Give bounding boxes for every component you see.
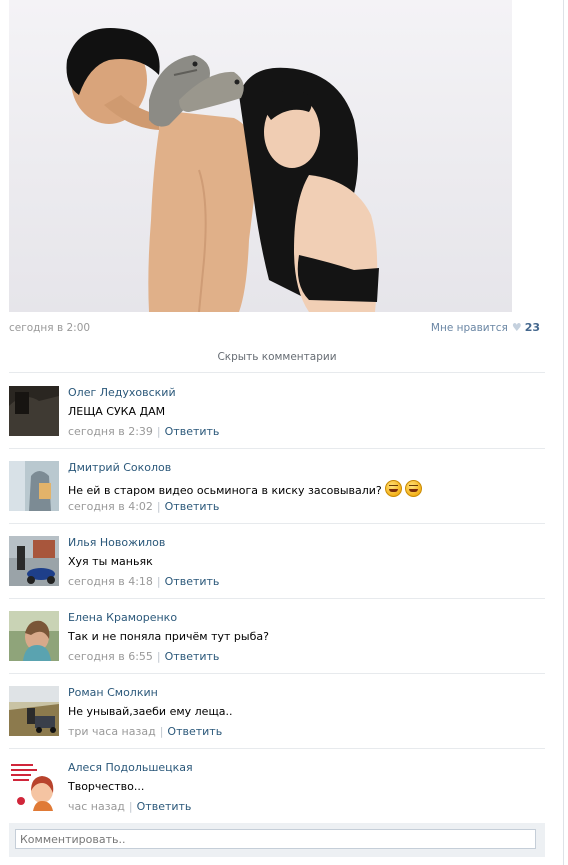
like-label: Мне нравится [430, 321, 508, 334]
comment-item: Илья Новожилов Хуя ты маньяк сегодня в 4… [9, 536, 545, 600]
divider: | [156, 500, 161, 513]
comment-item: Роман Смолкин Не унывай,заеби ему леща..… [9, 686, 545, 750]
reply-link[interactable]: Ответить [165, 575, 220, 588]
reply-link[interactable]: Ответить [137, 800, 192, 813]
comment-text: ЛЕЩА СУКА ДАМ [68, 405, 166, 418]
comment-composer [9, 823, 545, 857]
comment-time[interactable]: час назад [68, 800, 125, 813]
comment-time[interactable]: сегодня в 6:55 [68, 650, 153, 663]
comment-time[interactable]: сегодня в 4:18 [68, 575, 153, 588]
divider: | [156, 425, 161, 438]
comment-text: Так и не поняла причём тут рыба? [68, 630, 269, 643]
page-border [563, 0, 564, 865]
divider: | [159, 725, 164, 738]
comment-time[interactable]: три часа назад [68, 725, 156, 738]
reply-link[interactable]: Ответить [167, 725, 222, 738]
like-button[interactable]: Мне нравится ♥ 23 [431, 321, 540, 334]
comment-author[interactable]: Дмитрий Соколов [68, 461, 545, 475]
comment-author[interactable]: Алеся Подольшецкая [68, 761, 545, 775]
comment-item: Олег Ледуховский ЛЕЩА СУКА ДАМ сегодня в… [9, 386, 545, 450]
reply-link[interactable]: Ответить [165, 650, 220, 663]
comment-author[interactable]: Олег Ледуховский [68, 386, 545, 400]
reply-link[interactable]: Ответить [165, 425, 220, 438]
separator [9, 598, 545, 599]
separator [9, 748, 545, 749]
comment-text: Не унывай,заеби ему леща.. [68, 705, 233, 718]
comment-author[interactable]: Роман Смолкин [68, 686, 545, 700]
comment-text-line: Не ей в старом видео осьминога в киску з… [68, 480, 545, 497]
divider: | [156, 575, 161, 588]
comment-author[interactable]: Елена Краморенко [68, 611, 545, 625]
heart-icon: ♥ [511, 321, 522, 334]
avatar[interactable] [9, 386, 59, 436]
separator [9, 372, 545, 373]
comment-item: Дмитрий Соколов Не ей в старом видео ось… [9, 461, 545, 525]
avatar[interactable] [9, 686, 59, 736]
post-timestamp[interactable]: сегодня в 2:00 [9, 322, 90, 334]
comment-author[interactable]: Илья Новожилов [68, 536, 545, 550]
separator [9, 673, 545, 674]
post-photo[interactable] [9, 0, 512, 312]
comment-time[interactable]: сегодня в 2:39 [68, 425, 153, 438]
post-meta: сегодня в 2:00 Мне нравится ♥ 23 [9, 321, 540, 335]
comment-text: Не ей в старом видео осьминога в киску з… [68, 484, 382, 497]
separator [9, 523, 545, 524]
comment-time[interactable]: сегодня в 4:02 [68, 500, 153, 513]
hide-comments-link[interactable]: Скрыть комментарии [9, 351, 545, 363]
laughing-face-icon [404, 480, 422, 497]
avatar[interactable] [9, 536, 59, 586]
tired-face-icon [384, 480, 402, 497]
separator [9, 448, 545, 449]
avatar[interactable] [9, 761, 59, 811]
avatar[interactable] [9, 461, 59, 511]
comment-item: Елена Краморенко Так и не поняла причём … [9, 611, 545, 675]
comment-input[interactable] [15, 829, 536, 849]
divider: | [156, 650, 161, 663]
comment-text: Хуя ты маньяк [68, 555, 153, 568]
comment-item: Алеся Подольшецкая Творчество... час наз… [9, 761, 545, 825]
divider: | [128, 800, 133, 813]
avatar[interactable] [9, 611, 59, 661]
comment-text: Творчество... [68, 780, 145, 793]
reply-link[interactable]: Ответить [165, 500, 220, 513]
like-count: 23 [524, 321, 540, 334]
